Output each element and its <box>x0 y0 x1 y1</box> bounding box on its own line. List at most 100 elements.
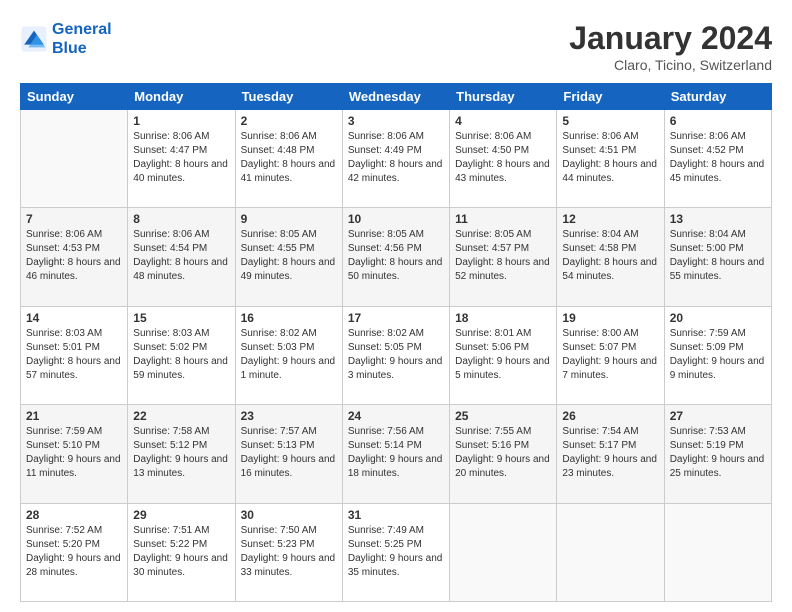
day-number: 21 <box>26 409 122 423</box>
day-cell: 8 Sunrise: 8:06 AMSunset: 4:54 PMDaylight… <box>128 208 235 306</box>
day-info: Sunrise: 8:05 AMSunset: 4:57 PMDaylight:… <box>455 228 551 284</box>
day-info: Sunrise: 8:03 AMSunset: 5:02 PMDaylight:… <box>133 327 229 383</box>
day-number: 8 <box>133 212 229 226</box>
day-number: 29 <box>133 508 229 522</box>
day-cell: 27 Sunrise: 7:53 AMSunset: 5:19 PMDayligh… <box>664 405 771 503</box>
day-info: Sunrise: 8:06 AMSunset: 4:51 PMDaylight:… <box>562 130 658 186</box>
day-cell: 2Sunrise: 8:06 AMSunset: 4:48 PMDaylight… <box>235 110 342 208</box>
day-number: 13 <box>670 212 766 226</box>
day-number: 19 <box>562 311 658 325</box>
day-cell: 15Sunrise: 8:03 AMSunset: 5:02 PMDayligh… <box>128 306 235 404</box>
day-info: Sunrise: 8:05 AMSunset: 4:56 PMDaylight:… <box>348 228 444 284</box>
day-cell: 24 Sunrise: 7:56 AMSunset: 5:14 PMDayligh… <box>342 405 449 503</box>
logo-general: General <box>52 21 112 38</box>
day-info: Sunrise: 8:06 AMSunset: 4:47 PMDaylight:… <box>133 130 229 186</box>
day-cell: 21 Sunrise: 7:59 AMSunset: 5:10 PMDayligh… <box>21 405 128 503</box>
day-number: 31 <box>348 508 444 522</box>
day-number: 17 <box>348 311 444 325</box>
day-number: 30 <box>241 508 337 522</box>
day-info: Sunrise: 7:58 AMSunset: 5:12 PMDaylight:… <box>133 425 229 481</box>
day-cell: 20 Sunrise: 7:59 AMSunset: 5:09 PMDayligh… <box>664 306 771 404</box>
day-cell: 17 Sunrise: 8:02 AMSunset: 5:05 PMDayligh… <box>342 306 449 404</box>
day-cell <box>557 503 664 601</box>
day-info: Sunrise: 7:55 AMSunset: 5:16 PMDaylight:… <box>455 425 551 481</box>
day-number: 23 <box>241 409 337 423</box>
day-info: Sunrise: 8:00 AMSunset: 5:07 PMDaylight:… <box>562 327 658 383</box>
day-cell <box>664 503 771 601</box>
day-cell: 26Sunrise: 7:54 AMSunset: 5:17 PMDayligh… <box>557 405 664 503</box>
header-cell-friday: Friday <box>557 84 664 110</box>
day-number: 14 <box>26 311 122 325</box>
day-number: 12 <box>562 212 658 226</box>
day-info: Sunrise: 7:59 AMSunset: 5:10 PMDaylight:… <box>26 425 122 481</box>
day-info: Sunrise: 7:49 AMSunset: 5:25 PMDaylight:… <box>348 524 444 580</box>
day-info: Sunrise: 7:59 AMSunset: 5:09 PMDaylight:… <box>670 327 766 383</box>
day-cell: 9 Sunrise: 8:05 AMSunset: 4:55 PMDaylight… <box>235 208 342 306</box>
day-cell: 11Sunrise: 8:05 AMSunset: 4:57 PMDayligh… <box>450 208 557 306</box>
day-info: Sunrise: 8:04 AMSunset: 5:00 PMDaylight:… <box>670 228 766 284</box>
header-cell-wednesday: Wednesday <box>342 84 449 110</box>
day-info: Sunrise: 8:02 AMSunset: 5:03 PMDaylight:… <box>241 327 337 383</box>
day-cell: 4 Sunrise: 8:06 AMSunset: 4:50 PMDaylight… <box>450 110 557 208</box>
day-info: Sunrise: 7:56 AMSunset: 5:14 PMDaylight:… <box>348 425 444 481</box>
day-cell: 12 Sunrise: 8:04 AMSunset: 4:58 PMDayligh… <box>557 208 664 306</box>
day-number: 3 <box>348 114 444 128</box>
day-info: Sunrise: 8:06 AMSunset: 4:48 PMDaylight:… <box>241 130 337 186</box>
month-title: January 2024 <box>569 20 772 57</box>
header-cell-monday: Monday <box>128 84 235 110</box>
day-cell: 22 Sunrise: 7:58 AMSunset: 5:12 PMDayligh… <box>128 405 235 503</box>
day-number: 16 <box>241 311 337 325</box>
day-info: Sunrise: 7:54 AMSunset: 5:17 PMDaylight:… <box>562 425 658 481</box>
day-cell: 19 Sunrise: 8:00 AMSunset: 5:07 PMDayligh… <box>557 306 664 404</box>
day-number: 4 <box>455 114 551 128</box>
day-cell: 31 Sunrise: 7:49 AMSunset: 5:25 PMDayligh… <box>342 503 449 601</box>
day-number: 10 <box>348 212 444 226</box>
day-cell <box>450 503 557 601</box>
week-row-5: 28 Sunrise: 7:52 AMSunset: 5:20 PMDayligh… <box>21 503 772 601</box>
day-cell: 7 Sunrise: 8:06 AMSunset: 4:53 PMDaylight… <box>21 208 128 306</box>
day-info: Sunrise: 8:02 AMSunset: 5:05 PMDaylight:… <box>348 327 444 383</box>
page: General Blue January 2024 Claro, Ticino,… <box>0 0 792 612</box>
day-info: Sunrise: 8:05 AMSunset: 4:55 PMDaylight:… <box>241 228 337 284</box>
logo: General Blue <box>20 20 112 58</box>
title-block: January 2024 Claro, Ticino, Switzerland <box>569 20 772 73</box>
week-row-2: 7 Sunrise: 8:06 AMSunset: 4:53 PMDaylight… <box>21 208 772 306</box>
logo-text: General Blue <box>52 20 112 58</box>
day-number: 25 <box>455 409 551 423</box>
logo-blue: Blue <box>52 40 87 57</box>
day-info: Sunrise: 8:06 AMSunset: 4:53 PMDaylight:… <box>26 228 122 284</box>
day-info: Sunrise: 8:06 AMSunset: 4:54 PMDaylight:… <box>133 228 229 284</box>
day-info: Sunrise: 7:51 AMSunset: 5:22 PMDaylight:… <box>133 524 229 580</box>
day-info: Sunrise: 7:53 AMSunset: 5:19 PMDaylight:… <box>670 425 766 481</box>
day-cell: 18Sunrise: 8:01 AMSunset: 5:06 PMDayligh… <box>450 306 557 404</box>
day-number: 1 <box>133 114 229 128</box>
day-info: Sunrise: 8:04 AMSunset: 4:58 PMDaylight:… <box>562 228 658 284</box>
header-cell-tuesday: Tuesday <box>235 84 342 110</box>
day-number: 6 <box>670 114 766 128</box>
calendar-table: SundayMondayTuesdayWednesdayThursdayFrid… <box>20 83 772 602</box>
day-cell: 10 Sunrise: 8:05 AMSunset: 4:56 PMDayligh… <box>342 208 449 306</box>
day-number: 27 <box>670 409 766 423</box>
day-info: Sunrise: 7:50 AMSunset: 5:23 PMDaylight:… <box>241 524 337 580</box>
header-row: SundayMondayTuesdayWednesdayThursdayFrid… <box>21 84 772 110</box>
logo-icon <box>20 25 48 53</box>
day-number: 9 <box>241 212 337 226</box>
day-info: Sunrise: 7:52 AMSunset: 5:20 PMDaylight:… <box>26 524 122 580</box>
day-info: Sunrise: 8:06 AMSunset: 4:49 PMDaylight:… <box>348 130 444 186</box>
header: General Blue January 2024 Claro, Ticino,… <box>20 20 772 73</box>
header-cell-sunday: Sunday <box>21 84 128 110</box>
day-number: 5 <box>562 114 658 128</box>
day-cell: 1 Sunrise: 8:06 AMSunset: 4:47 PMDaylight… <box>128 110 235 208</box>
day-number: 7 <box>26 212 122 226</box>
day-cell: 29 Sunrise: 7:51 AMSunset: 5:22 PMDayligh… <box>128 503 235 601</box>
day-info: Sunrise: 8:06 AMSunset: 4:50 PMDaylight:… <box>455 130 551 186</box>
day-number: 20 <box>670 311 766 325</box>
day-number: 22 <box>133 409 229 423</box>
day-cell: 14Sunrise: 8:03 AMSunset: 5:01 PMDayligh… <box>21 306 128 404</box>
day-cell: 3 Sunrise: 8:06 AMSunset: 4:49 PMDaylight… <box>342 110 449 208</box>
day-number: 24 <box>348 409 444 423</box>
day-cell: 30 Sunrise: 7:50 AMSunset: 5:23 PMDayligh… <box>235 503 342 601</box>
location-subtitle: Claro, Ticino, Switzerland <box>569 57 772 73</box>
day-number: 28 <box>26 508 122 522</box>
day-cell: 28 Sunrise: 7:52 AMSunset: 5:20 PMDayligh… <box>21 503 128 601</box>
